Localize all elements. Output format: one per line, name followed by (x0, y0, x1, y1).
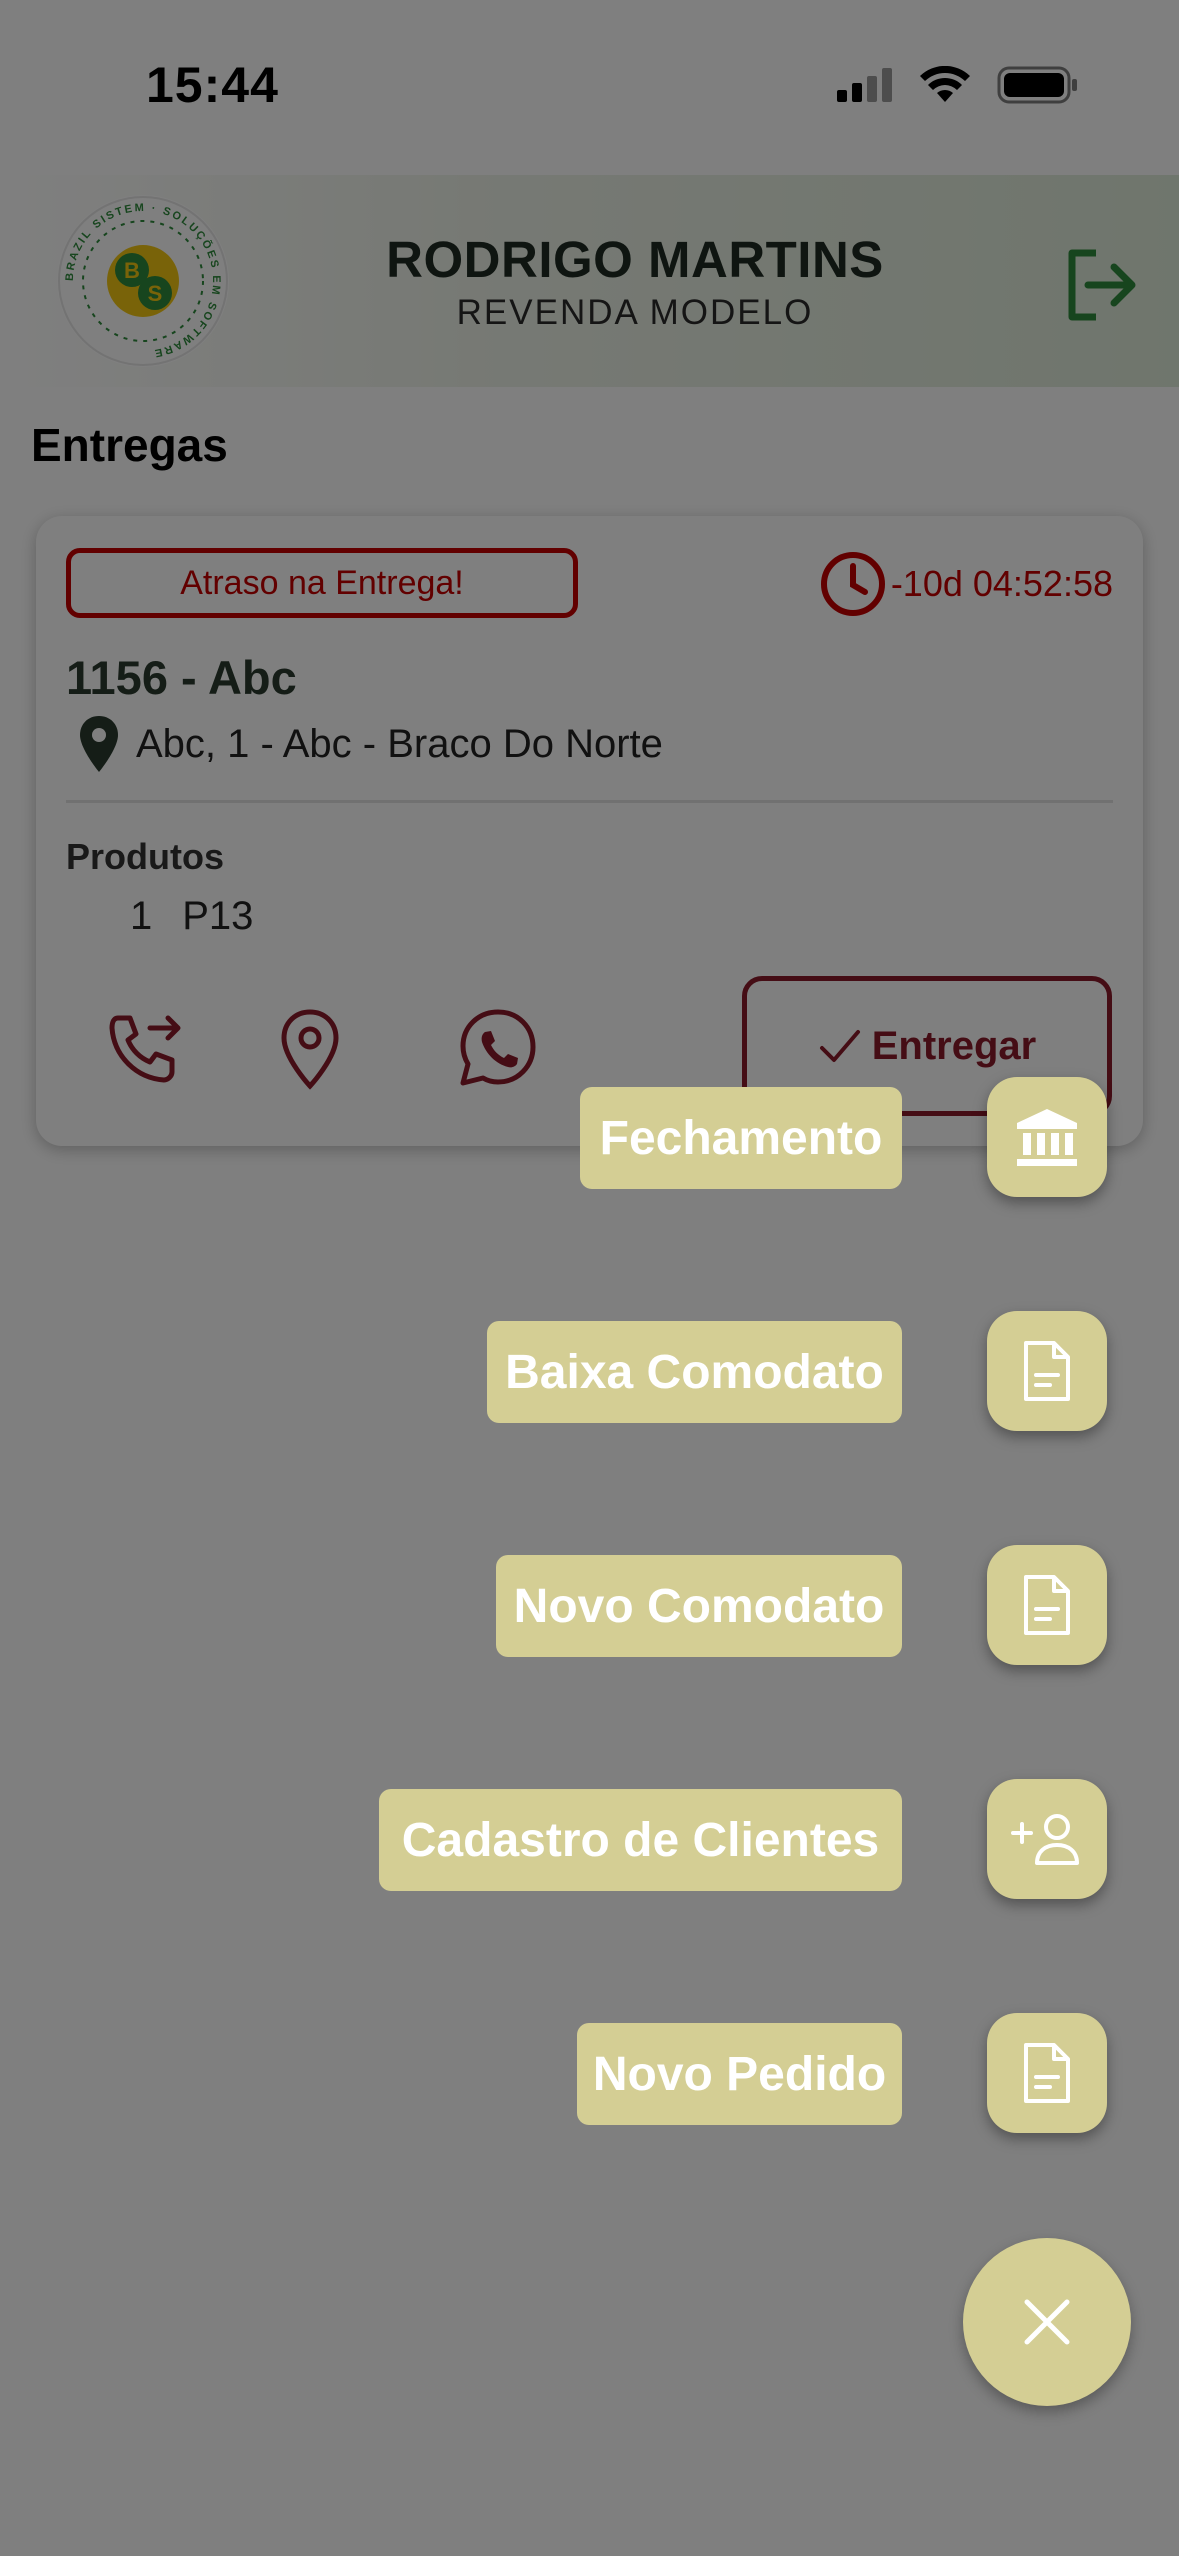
fab-baixa-comodato-button[interactable] (987, 1311, 1107, 1431)
document-icon (1024, 2043, 1070, 2103)
add-person-icon (1011, 1814, 1079, 1865)
fab-label-novo-pedido[interactable]: Novo Pedido (577, 2023, 902, 2125)
modal-overlay[interactable] (0, 0, 1179, 2556)
fab-cadastro-clientes-button[interactable] (987, 1779, 1107, 1899)
fab-label-fechamento[interactable]: Fechamento (580, 1087, 902, 1189)
fab-fechamento-button[interactable] (987, 1077, 1107, 1197)
fab-label-cadastro-clientes[interactable]: Cadastro de Clientes (379, 1789, 902, 1891)
fab-label-novo-comodato[interactable]: Novo Comodato (496, 1555, 902, 1657)
close-icon (1024, 2299, 1070, 2345)
document-icon (1024, 1575, 1070, 1635)
fab-novo-pedido-button[interactable] (987, 2013, 1107, 2133)
fab-novo-comodato-button[interactable] (987, 1545, 1107, 1665)
bank-icon (1017, 1109, 1077, 1166)
fab-close-button[interactable] (963, 2238, 1131, 2406)
fab-label-baixa-comodato[interactable]: Baixa Comodato (487, 1321, 902, 1423)
document-icon (1024, 1341, 1070, 1401)
